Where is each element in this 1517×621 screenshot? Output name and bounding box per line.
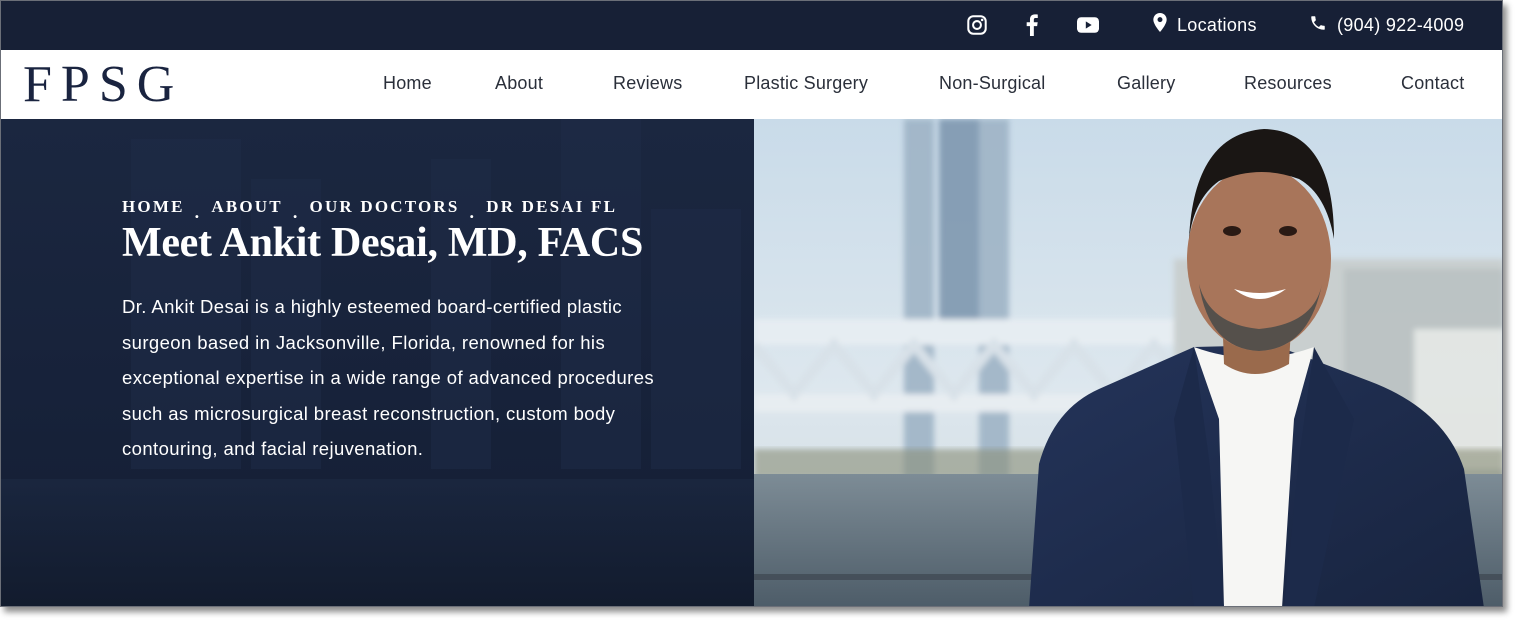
phone-icon bbox=[1309, 14, 1327, 37]
doctor-intro-text: Dr. Ankit Desai is a highly esteemed boa… bbox=[122, 296, 655, 459]
instagram-icon[interactable] bbox=[965, 13, 989, 37]
nav-plastic-surgery[interactable]: Plastic Surgery bbox=[744, 73, 868, 94]
breadcrumb: HOME . ABOUT . OUR DOCTORS . DR DESAI FL bbox=[122, 196, 618, 222]
nav-gallery[interactable]: Gallery bbox=[1117, 73, 1175, 94]
nav-home[interactable]: Home bbox=[383, 73, 432, 94]
breadcrumb-our-doctors[interactable]: OUR DOCTORS bbox=[310, 197, 460, 217]
locations-label: Locations bbox=[1177, 14, 1257, 35]
nav-about[interactable]: About bbox=[495, 73, 543, 94]
nav-reviews[interactable]: Reviews bbox=[613, 73, 682, 94]
hero-section: HOME . ABOUT . OUR DOCTORS . DR DESAI FL… bbox=[1, 119, 1502, 606]
breadcrumb-home[interactable]: HOME bbox=[122, 197, 185, 217]
map-pin-icon bbox=[1153, 13, 1167, 37]
nav-contact[interactable]: Contact bbox=[1401, 73, 1464, 94]
locations-link[interactable]: Locations bbox=[1153, 12, 1257, 38]
nav-non-surgical[interactable]: Non-Surgical bbox=[939, 73, 1045, 94]
facebook-icon[interactable] bbox=[1020, 13, 1044, 37]
page-title: Meet Ankit Desai, MD, FACS bbox=[122, 220, 644, 266]
site-logo[interactable]: FPSG bbox=[23, 56, 183, 114]
background-water bbox=[1, 479, 754, 606]
doctor-portrait-image bbox=[754, 119, 1502, 606]
browser-frame: Locations (904) 922-4009 FPSG Home About… bbox=[0, 0, 1503, 607]
breadcrumb-about[interactable]: ABOUT bbox=[211, 197, 282, 217]
nav-resources[interactable]: Resources bbox=[1244, 73, 1332, 94]
youtube-icon[interactable] bbox=[1076, 13, 1100, 37]
doctor-photo bbox=[754, 119, 1502, 606]
breadcrumb-current: DR DESAI FL bbox=[486, 197, 618, 216]
main-navigation: FPSG Home About Reviews Plastic Surgery … bbox=[1, 50, 1502, 119]
phone-link[interactable]: (904) 922-4009 bbox=[1309, 12, 1464, 38]
phone-number: (904) 922-4009 bbox=[1337, 14, 1465, 35]
top-utility-bar: Locations (904) 922-4009 bbox=[1, 1, 1502, 50]
hero-text-panel: HOME . ABOUT . OUR DOCTORS . DR DESAI FL… bbox=[1, 119, 754, 606]
